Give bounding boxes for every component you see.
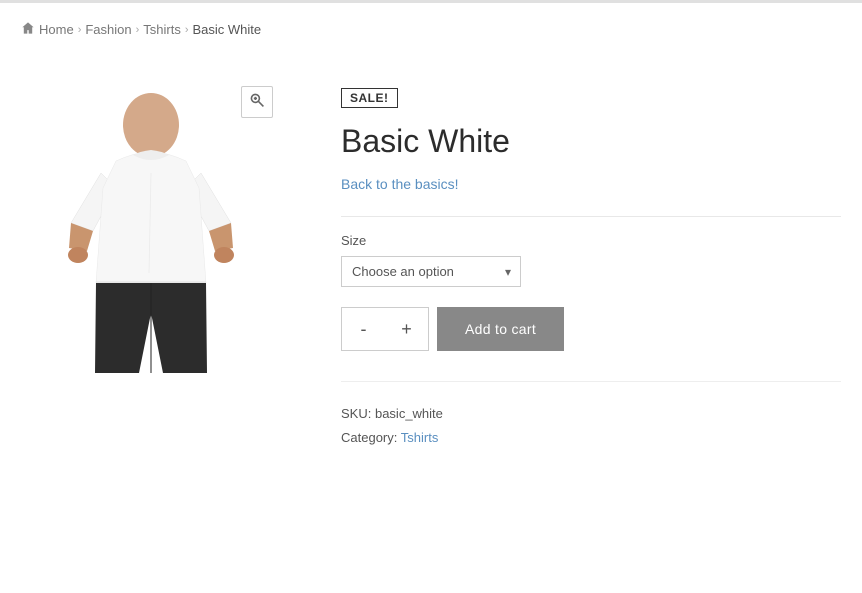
- product-image: [21, 78, 281, 398]
- sale-badge: SALE!: [341, 88, 398, 108]
- product-layout: SALE! Basic White Back to the basics! Si…: [21, 48, 841, 489]
- product-tagline: Back to the basics!: [341, 176, 841, 192]
- size-select-wrap: Choose an option Small Medium Large X-La…: [341, 256, 521, 287]
- quantity-minus-button[interactable]: -: [341, 307, 385, 351]
- size-select[interactable]: Choose an option Small Medium Large X-La…: [341, 256, 521, 287]
- sku-value: basic_white: [375, 406, 443, 421]
- home-icon: [21, 21, 35, 38]
- breadcrumb-home[interactable]: Home: [39, 22, 74, 37]
- breadcrumb-current: Basic White: [193, 22, 262, 37]
- sku-label: SKU:: [341, 406, 371, 421]
- separator-2: ›: [136, 24, 140, 36]
- cart-row: - + Add to cart: [341, 307, 841, 351]
- zoom-button[interactable]: [241, 86, 273, 118]
- quantity-plus-button[interactable]: +: [385, 307, 429, 351]
- add-to-cart-button[interactable]: Add to cart: [437, 307, 564, 351]
- category-label: Category:: [341, 430, 397, 445]
- breadcrumb: Home › Fashion › Tshirts › Basic White: [21, 3, 841, 48]
- divider-1: [341, 216, 841, 217]
- product-meta: SKU: basic_white Category: Tshirts: [341, 381, 841, 449]
- product-illustration: [51, 83, 251, 393]
- breadcrumb-fashion[interactable]: Fashion: [85, 22, 131, 37]
- product-details: SALE! Basic White Back to the basics! Si…: [341, 78, 841, 449]
- sku-row: SKU: basic_white: [341, 402, 841, 425]
- size-label: Size: [341, 233, 841, 248]
- product-image-wrap: [21, 78, 281, 398]
- product-title: Basic White: [341, 122, 841, 160]
- category-link[interactable]: Tshirts: [401, 430, 439, 445]
- zoom-icon: [249, 92, 265, 113]
- breadcrumb-tshirts[interactable]: Tshirts: [143, 22, 181, 37]
- separator-3: ›: [185, 24, 189, 36]
- category-row: Category: Tshirts: [341, 426, 841, 449]
- separator-1: ›: [78, 24, 82, 36]
